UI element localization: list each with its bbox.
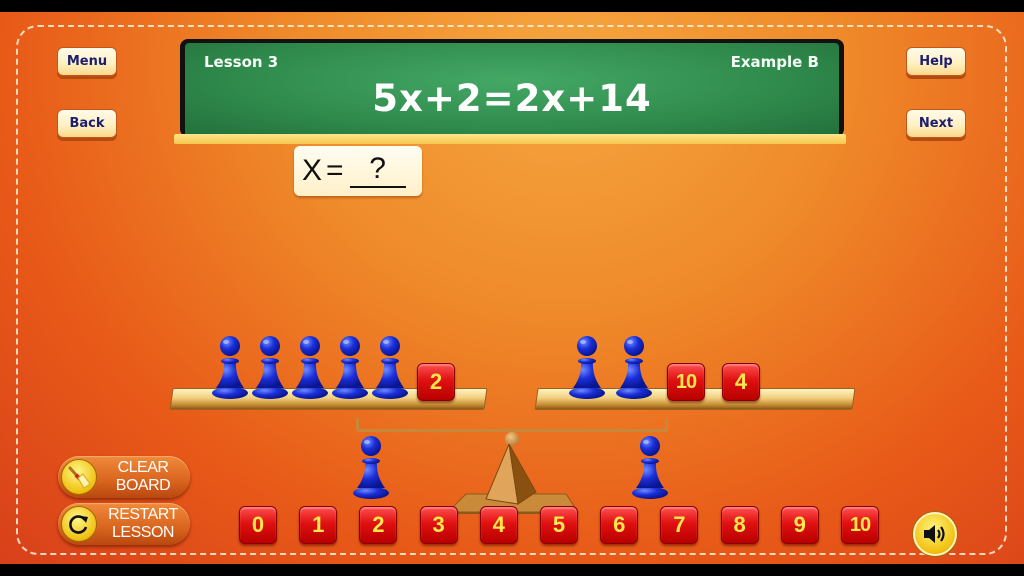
speaker-icon	[924, 525, 945, 543]
pawn[interactable]	[615, 332, 653, 400]
number-tile-4[interactable]: 4	[479, 506, 518, 544]
pawn[interactable]	[568, 332, 606, 400]
number-tile-7[interactable]: 7	[660, 506, 699, 544]
answer-box: X = ?	[294, 146, 422, 196]
chalkboard-surface: Lesson 3 Example B 5x+2=2x+14	[185, 43, 839, 137]
answer-variable: X	[302, 154, 323, 187]
number-tile-0[interactable]: 0	[239, 506, 277, 544]
scale-fulcrum	[446, 444, 579, 514]
help-button[interactable]: Help	[906, 47, 966, 76]
number-tile-5[interactable]: 5	[540, 506, 578, 544]
example-label: Example B	[730, 53, 819, 71]
pawn[interactable]	[291, 332, 329, 400]
back-button[interactable]: Back	[57, 109, 117, 138]
pan-tile[interactable]: 2	[417, 363, 455, 401]
pawn[interactable]	[631, 432, 669, 500]
answer-equals: =	[326, 154, 344, 187]
game-stage: Menu Back Help Next Lesson 3 Example B 5…	[0, 12, 1024, 564]
lesson-label: Lesson 3	[204, 53, 279, 71]
clear-board-line2: BOARD	[115, 477, 171, 494]
pan-tile[interactable]: 4	[722, 363, 760, 401]
number-tile-2[interactable]: 2	[359, 506, 398, 544]
number-tile-8[interactable]: 8	[720, 506, 759, 544]
number-tile-1[interactable]: 1	[299, 506, 338, 544]
clear-board-button[interactable]: CLEAR BOARD	[58, 456, 190, 498]
restart-lesson-line2: LESSON	[112, 524, 174, 541]
restart-lesson-button[interactable]: RESTART LESSON	[58, 503, 190, 545]
equation: 5x+2=2x+14	[372, 77, 652, 120]
sound-button[interactable]	[913, 512, 957, 556]
number-tile-6[interactable]: 6	[600, 506, 639, 544]
number-tile-10[interactable]: 10	[841, 506, 879, 544]
broom-icon	[61, 459, 97, 495]
pawn[interactable]	[352, 432, 390, 500]
pan-tile[interactable]: 10	[667, 363, 705, 401]
next-button[interactable]: Next	[906, 109, 966, 138]
restart-lesson-line1: RESTART	[108, 506, 178, 523]
pawn[interactable]	[251, 332, 289, 400]
pawn[interactable]	[211, 332, 249, 400]
restart-icon	[61, 506, 97, 542]
number-tile-3[interactable]: 3	[419, 506, 458, 544]
scale-beam	[356, 418, 668, 432]
number-tile-9[interactable]: 9	[780, 506, 819, 544]
pawn[interactable]	[371, 332, 409, 400]
clear-board-line1: CLEAR	[117, 459, 169, 476]
chalkboard-ledge	[174, 134, 846, 144]
answer-input[interactable]: ?	[349, 154, 406, 188]
menu-button[interactable]: Menu	[57, 47, 117, 76]
pawn[interactable]	[331, 332, 369, 400]
chalkboard: Lesson 3 Example B 5x+2=2x+14	[180, 39, 844, 137]
